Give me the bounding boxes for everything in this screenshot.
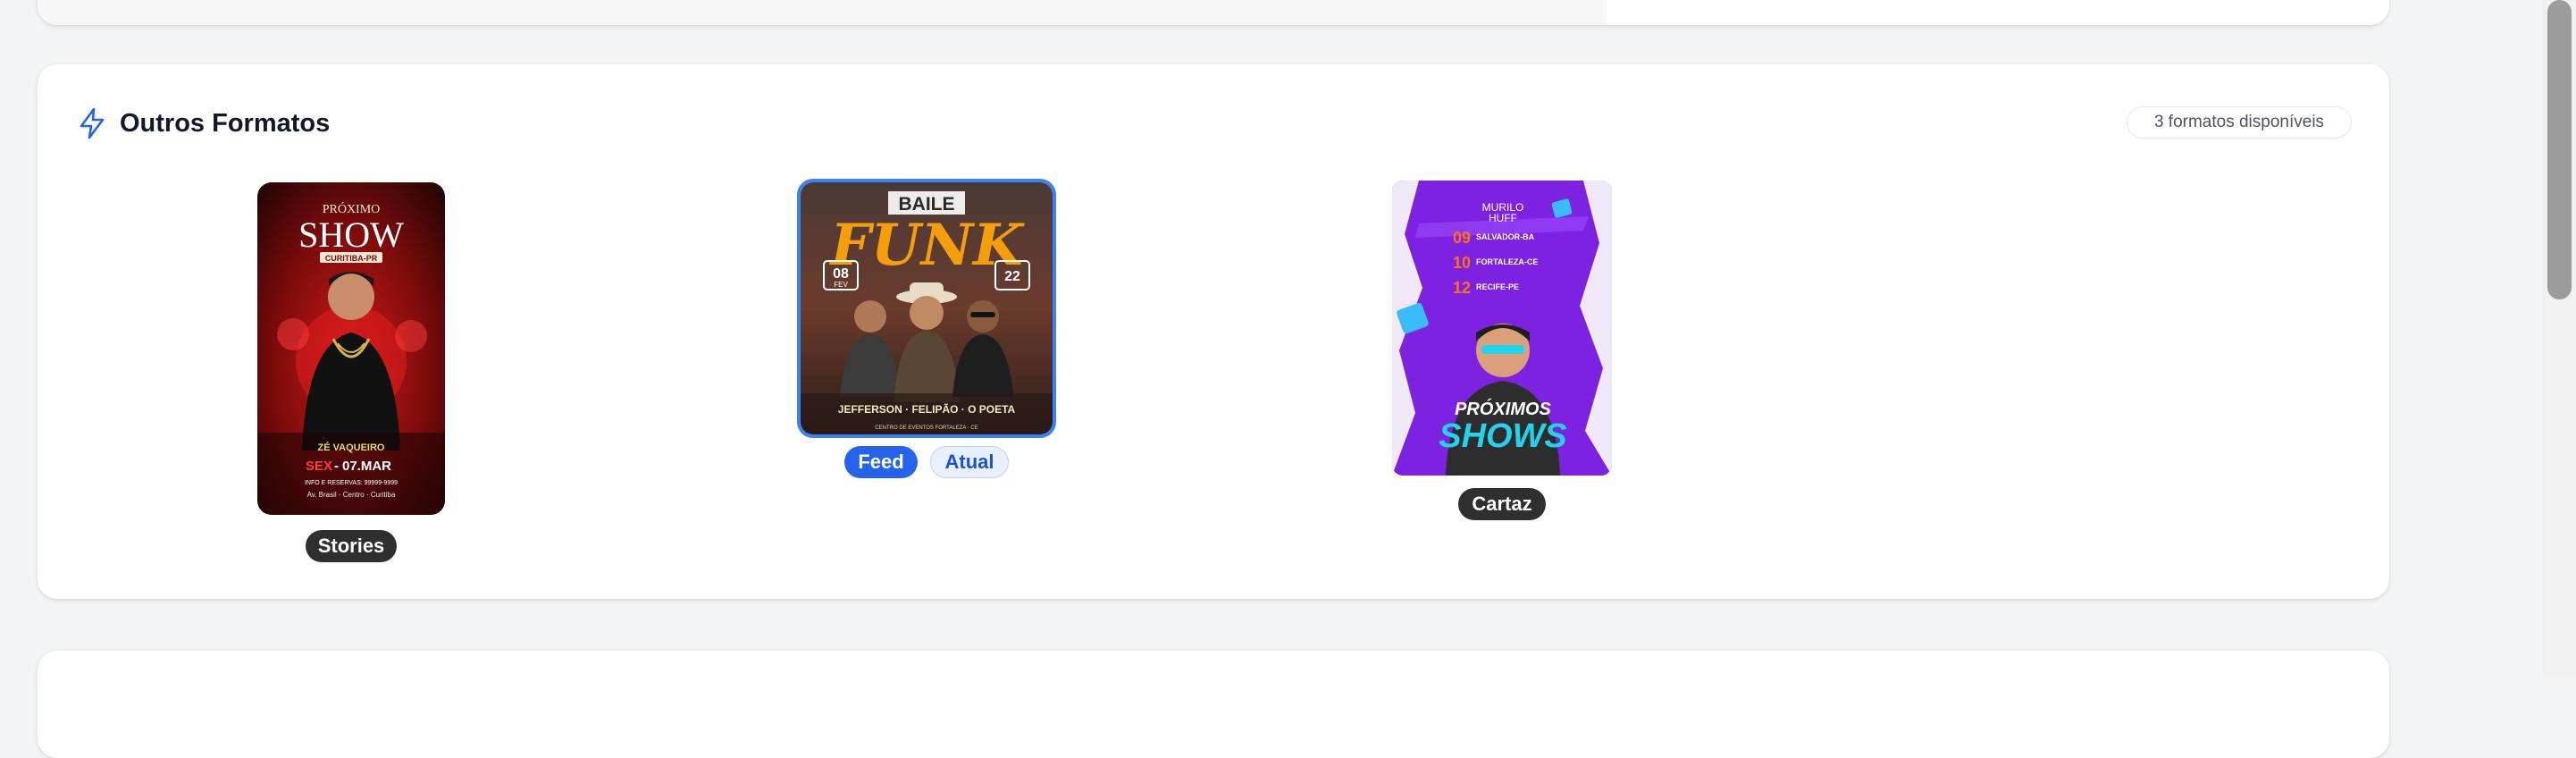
cartaz-line1: PRÓXIMOS	[1455, 398, 1551, 419]
cartaz-date-2-day: 10	[1453, 254, 1471, 272]
feed-flyer-art: BAILE FUNK 08 FEV 22 JEFFERSON · FELIPÃO…	[801, 182, 1053, 434]
flyer-info: INFO E RESERVAS: 99999-9999	[305, 480, 398, 486]
flyer-address: Av. Brasil · Centro · Curitiba	[307, 491, 396, 499]
cartaz-date-3-city: RECIFE-PE	[1476, 282, 1519, 291]
stories-flyer-art: PRÓXIMO SHOW CURITIBA-PR ZÉ VAQUEIRO SEX…	[257, 182, 445, 515]
feed-right-day: 22	[1004, 269, 1020, 284]
feed-venue: CENTRO DE EVENTOS FORTALEZA · CE	[875, 425, 978, 431]
cartaz-date-2-city: FORTALEZA-CE	[1476, 257, 1538, 266]
next-section-card	[38, 651, 2389, 758]
flyer-artist: ZÉ VAQUEIRO	[318, 442, 385, 453]
stories-format-thumbnail[interactable]: PRÓXIMO SHOW CURITIBA-PR ZÉ VAQUEIRO SEX…	[257, 182, 445, 515]
section-title: Outros Formatos	[120, 109, 331, 138]
feed-format-label[interactable]: Feed	[844, 446, 918, 478]
formats-count-badge: 3 formatos disponíveis	[2127, 106, 2352, 139]
previous-section-strip	[38, 0, 1607, 25]
cartaz-flyer-art: MURILO HUFF 09 SALVADOR-BA 10 FORTALEZA-…	[1392, 181, 1612, 476]
previous-section-card	[38, 0, 2389, 25]
feed-left-month: FEV	[834, 281, 848, 289]
cartaz-brand-2: HUFF	[1489, 212, 1517, 224]
cartaz-line2: SHOWS	[1439, 417, 1567, 455]
svg-text:-: -	[334, 459, 339, 474]
flyer-city: CURITIBA-PR	[325, 254, 378, 263]
flyer-line2: SHOW	[298, 215, 404, 255]
cartaz-date-1-day: 09	[1453, 229, 1471, 247]
stories-format-label[interactable]: Stories	[306, 530, 397, 562]
cartaz-date-3-day: 12	[1453, 279, 1471, 297]
flyer-date: 07.MAR	[342, 459, 391, 474]
feed-format-thumbnail[interactable]: BAILE FUNK 08 FEV 22 JEFFERSON · FELIPÃO…	[797, 179, 1056, 438]
flyer-day: SEX	[306, 459, 332, 474]
cartaz-date-1-city: SALVADOR-BA	[1476, 232, 1535, 241]
scrollbar-thumb[interactable]	[2547, 0, 2572, 299]
cartaz-format-thumbnail[interactable]: MURILO HUFF 09 SALVADOR-BA 10 FORTALEZA-…	[1392, 181, 1612, 476]
lightning-icon	[77, 107, 107, 139]
feed-left-day: 08	[833, 266, 849, 282]
feed-names: JEFFERSON · FELIPÃO · O POETA	[838, 402, 1016, 416]
cartaz-format-label[interactable]: Cartaz	[1458, 488, 1546, 520]
current-format-badge: Atual	[930, 446, 1009, 478]
